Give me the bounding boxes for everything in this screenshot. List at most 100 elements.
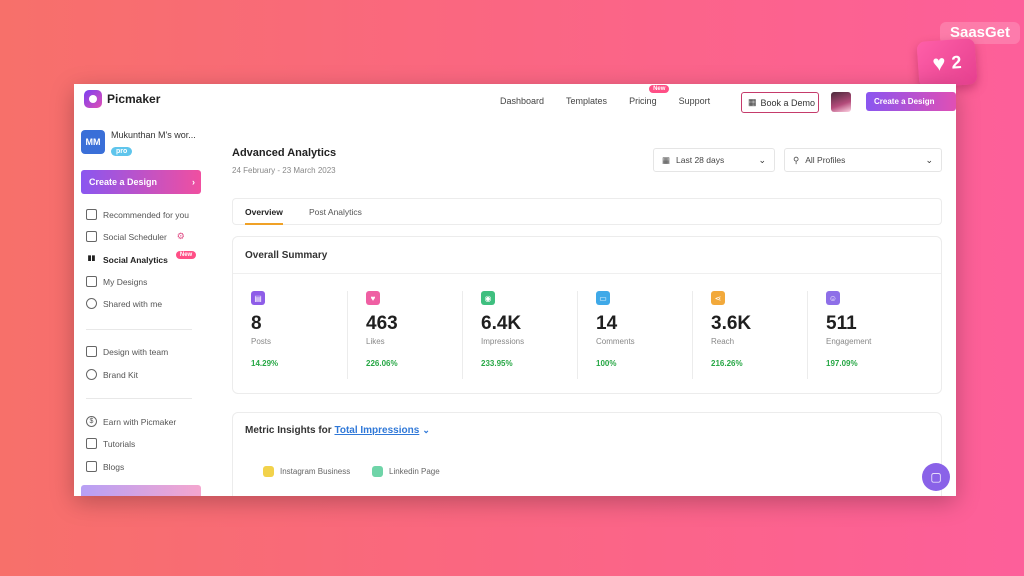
pricing-new-badge: New	[649, 85, 670, 93]
create-design-label: Create a Design	[89, 177, 158, 187]
image-icon	[86, 276, 97, 287]
calendar-icon: ▦	[748, 97, 757, 107]
sidebar-item-label: My Designs	[103, 276, 148, 287]
grid-icon	[86, 209, 97, 220]
top-navigation: Picmaker Dashboard Templates Pricing New…	[74, 84, 956, 120]
sidebar-divider	[86, 329, 192, 330]
nav-support[interactable]: Support	[679, 96, 711, 106]
sidebar-item-blogs[interactable]: Blogs	[86, 461, 124, 472]
sidebar-item-brand-kit[interactable]: Brand Kit	[86, 369, 138, 380]
sidebar-item-tutorials[interactable]: Tutorials	[86, 438, 135, 449]
stat-delta: 14.29%	[251, 359, 279, 368]
sidebar-item-label: Brand Kit	[103, 369, 138, 380]
create-design-top-button[interactable]: Create a Design	[866, 92, 956, 111]
nav-links: Dashboard Templates Pricing New Support	[500, 85, 732, 106]
chevron-down-icon[interactable]: ⌄	[422, 425, 430, 435]
user-icon: ⚲	[793, 154, 800, 165]
comment-icon: ▭	[596, 291, 610, 305]
sidebar-item-label: Shared with me	[103, 298, 163, 309]
sidebar: MM Mukunthan M's wor... pro Create a Des…	[74, 120, 214, 496]
chevron-right-icon: ›	[192, 177, 195, 187]
stat-label: Reach	[711, 337, 735, 346]
book-demo-button[interactable]: ▦ Book a Demo	[741, 92, 819, 113]
sidebar-item-shared-with-me[interactable]: Shared with me	[86, 298, 162, 309]
stat-label: Comments	[596, 337, 635, 346]
sidebar-item-label: Earn with Picmaker	[103, 416, 177, 427]
stat-posts: ▤ 8 Posts 14.29%	[251, 291, 351, 368]
nav-templates[interactable]: Templates	[566, 96, 607, 106]
stat-value: 8	[251, 313, 262, 334]
team-icon	[86, 346, 97, 357]
stat-delta: 226.06%	[366, 359, 398, 368]
summary-title: Overall Summary	[245, 250, 328, 261]
sidebar-item-my-designs[interactable]: My Designs	[86, 276, 147, 287]
stat-delta: 233.95%	[481, 359, 513, 368]
app-window: Picmaker Dashboard Templates Pricing New…	[74, 84, 956, 496]
sidebar-item-label: Blogs	[103, 461, 125, 472]
calendar-icon	[86, 231, 97, 242]
posts-icon: ▤	[251, 291, 265, 305]
sidebar-item-design-with-team[interactable]: Design with team	[86, 346, 168, 357]
create-design-sidebar-button[interactable]: Create a Design ›	[81, 170, 201, 194]
sidebar-item-label: Social Analytics	[103, 254, 168, 265]
dollar-icon: $	[86, 416, 97, 427]
legend-label: Linkedin Page	[389, 467, 440, 476]
tab-overview[interactable]: Overview	[245, 207, 283, 225]
stat-divider	[577, 291, 578, 379]
metric-selector[interactable]: Total Impressions	[334, 425, 419, 436]
profiles-value: All Profiles	[805, 155, 846, 165]
page-title: Advanced Analytics	[232, 147, 337, 159]
legend-instagram[interactable]: Instagram Business	[263, 466, 350, 477]
stat-value: 6.4K	[481, 313, 522, 334]
stat-divider	[692, 291, 693, 379]
workspace-name: Mukunthan M's wor...	[111, 130, 196, 140]
sidebar-divider	[86, 398, 192, 399]
heart-icon: ♥	[931, 50, 947, 76]
heart-icon: ♥	[366, 291, 380, 305]
overall-summary-card: Overall Summary ▤ 8 Posts 14.29% ♥ 463 L…	[232, 236, 942, 394]
picmaker-logo-icon	[84, 90, 102, 108]
analytics-new-badge: New	[175, 250, 197, 259]
tab-post-analytics[interactable]: Post Analytics	[309, 207, 362, 217]
period-dropdown[interactable]: ▦ Last 28 days ⌄	[653, 148, 775, 172]
sidebar-item-social-scheduler[interactable]: Social Scheduler ⚙	[86, 231, 185, 242]
chat-support-button[interactable]: ▢	[922, 463, 950, 491]
stat-value: 3.6K	[711, 313, 752, 334]
share-icon: ⋖	[711, 291, 725, 305]
stat-delta: 216.26%	[711, 359, 743, 368]
sidebar-item-earn[interactable]: $ Earn with Picmaker	[86, 416, 176, 427]
stat-comments: ▭ 14 Comments 100%	[596, 291, 696, 368]
book-demo-label: Book a Demo	[760, 97, 816, 108]
gear-icon: ⚙	[176, 231, 185, 241]
document-icon	[86, 461, 97, 472]
bar-chart-icon: ▮▮	[87, 255, 96, 262]
plan-badge: pro	[111, 147, 133, 156]
stat-value: 463	[366, 313, 398, 334]
nav-pricing-label: Pricing	[629, 96, 657, 106]
nav-pricing[interactable]: Pricing New	[629, 85, 670, 106]
stat-label: Impressions	[481, 337, 525, 346]
chevron-down-icon: ⌄	[925, 154, 933, 165]
chat-icon: ▢	[930, 470, 942, 484]
sidebar-item-social-analytics[interactable]: ▮▮ Social Analytics New	[86, 250, 197, 265]
sidebar-item-label: Design with team	[103, 346, 169, 357]
user-avatar[interactable]	[831, 92, 851, 112]
nav-dashboard[interactable]: Dashboard	[500, 96, 544, 106]
play-icon	[86, 438, 97, 449]
card-divider	[233, 273, 941, 274]
brand-logo[interactable]: Picmaker	[84, 90, 160, 108]
sidebar-item-label: Social Scheduler	[103, 231, 167, 242]
brand-name: Picmaker	[107, 92, 161, 106]
sidebar-item-label: Recommended for you	[103, 209, 189, 220]
analytics-tabs: Overview Post Analytics	[232, 198, 942, 225]
legend-linkedin[interactable]: Linkedin Page	[372, 466, 440, 477]
legend-label: Instagram Business	[280, 467, 351, 476]
sidebar-upgrade-banner[interactable]	[81, 485, 201, 496]
profiles-dropdown[interactable]: ⚲ All Profiles ⌄	[784, 148, 942, 172]
workspace-switcher[interactable]: MM Mukunthan M's wor... pro	[81, 130, 196, 158]
stat-engagement: ☺ 511 Engagement 197.09%	[826, 291, 926, 368]
sidebar-item-recommended[interactable]: Recommended for you	[86, 209, 189, 220]
stat-reach: ⋖ 3.6K Reach 216.26%	[711, 291, 811, 368]
workspace-avatar: MM	[81, 130, 105, 154]
user-icon: ☺	[826, 291, 840, 305]
